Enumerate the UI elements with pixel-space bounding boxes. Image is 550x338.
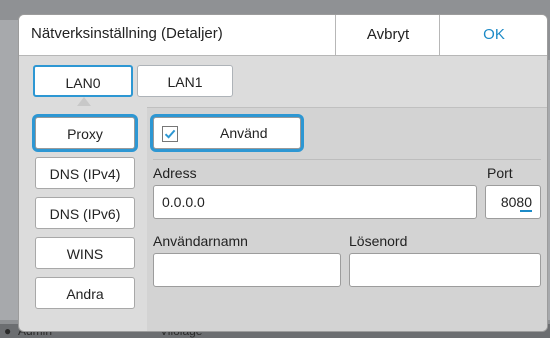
username-field[interactable]: [153, 253, 341, 287]
port-label: Port: [487, 165, 513, 181]
dialog-title: Nätverksinställning (Detaljer): [31, 25, 223, 42]
ok-button[interactable]: OK: [439, 15, 547, 55]
sidebar-item-dns-ipv4[interactable]: DNS (IPv4): [35, 157, 135, 189]
sidebar-item-andra[interactable]: Andra: [35, 277, 135, 309]
tab-lan1[interactable]: LAN1: [137, 65, 233, 97]
port-value: 8080: [500, 194, 532, 210]
sidebar-item-wins[interactable]: WINS: [35, 237, 135, 269]
use-proxy-checkbox[interactable]: [162, 126, 178, 142]
selected-tab-indicator: [77, 97, 91, 106]
checkmark-icon: [164, 129, 176, 139]
use-proxy-toggle[interactable]: Använd: [153, 117, 301, 149]
sidebar-item-proxy[interactable]: Proxy: [35, 117, 135, 149]
password-field[interactable]: [349, 253, 541, 287]
sidebar-item-dns-ipv6[interactable]: DNS (IPv6): [35, 197, 135, 229]
use-proxy-label: Använd: [220, 125, 268, 141]
port-field[interactable]: 8080: [485, 185, 541, 219]
address-field[interactable]: 0.0.0.0: [153, 185, 477, 219]
network-settings-dialog: Nätverksinställning (Detaljer) Avbryt OK…: [18, 14, 548, 332]
address-label: Adress: [153, 165, 197, 181]
cancel-button[interactable]: Avbryt: [335, 15, 440, 55]
text-cursor: [520, 210, 532, 212]
divider: [153, 159, 541, 160]
tab-lan0[interactable]: LAN0: [33, 65, 133, 97]
username-label: Användarnamn: [153, 233, 248, 249]
password-label: Lösenord: [349, 233, 408, 249]
background-panel-edge: [0, 20, 18, 320]
user-icon: ●: [4, 324, 12, 338]
dialog-titlebar: Nätverksinställning (Detaljer) Avbryt OK: [19, 15, 547, 56]
